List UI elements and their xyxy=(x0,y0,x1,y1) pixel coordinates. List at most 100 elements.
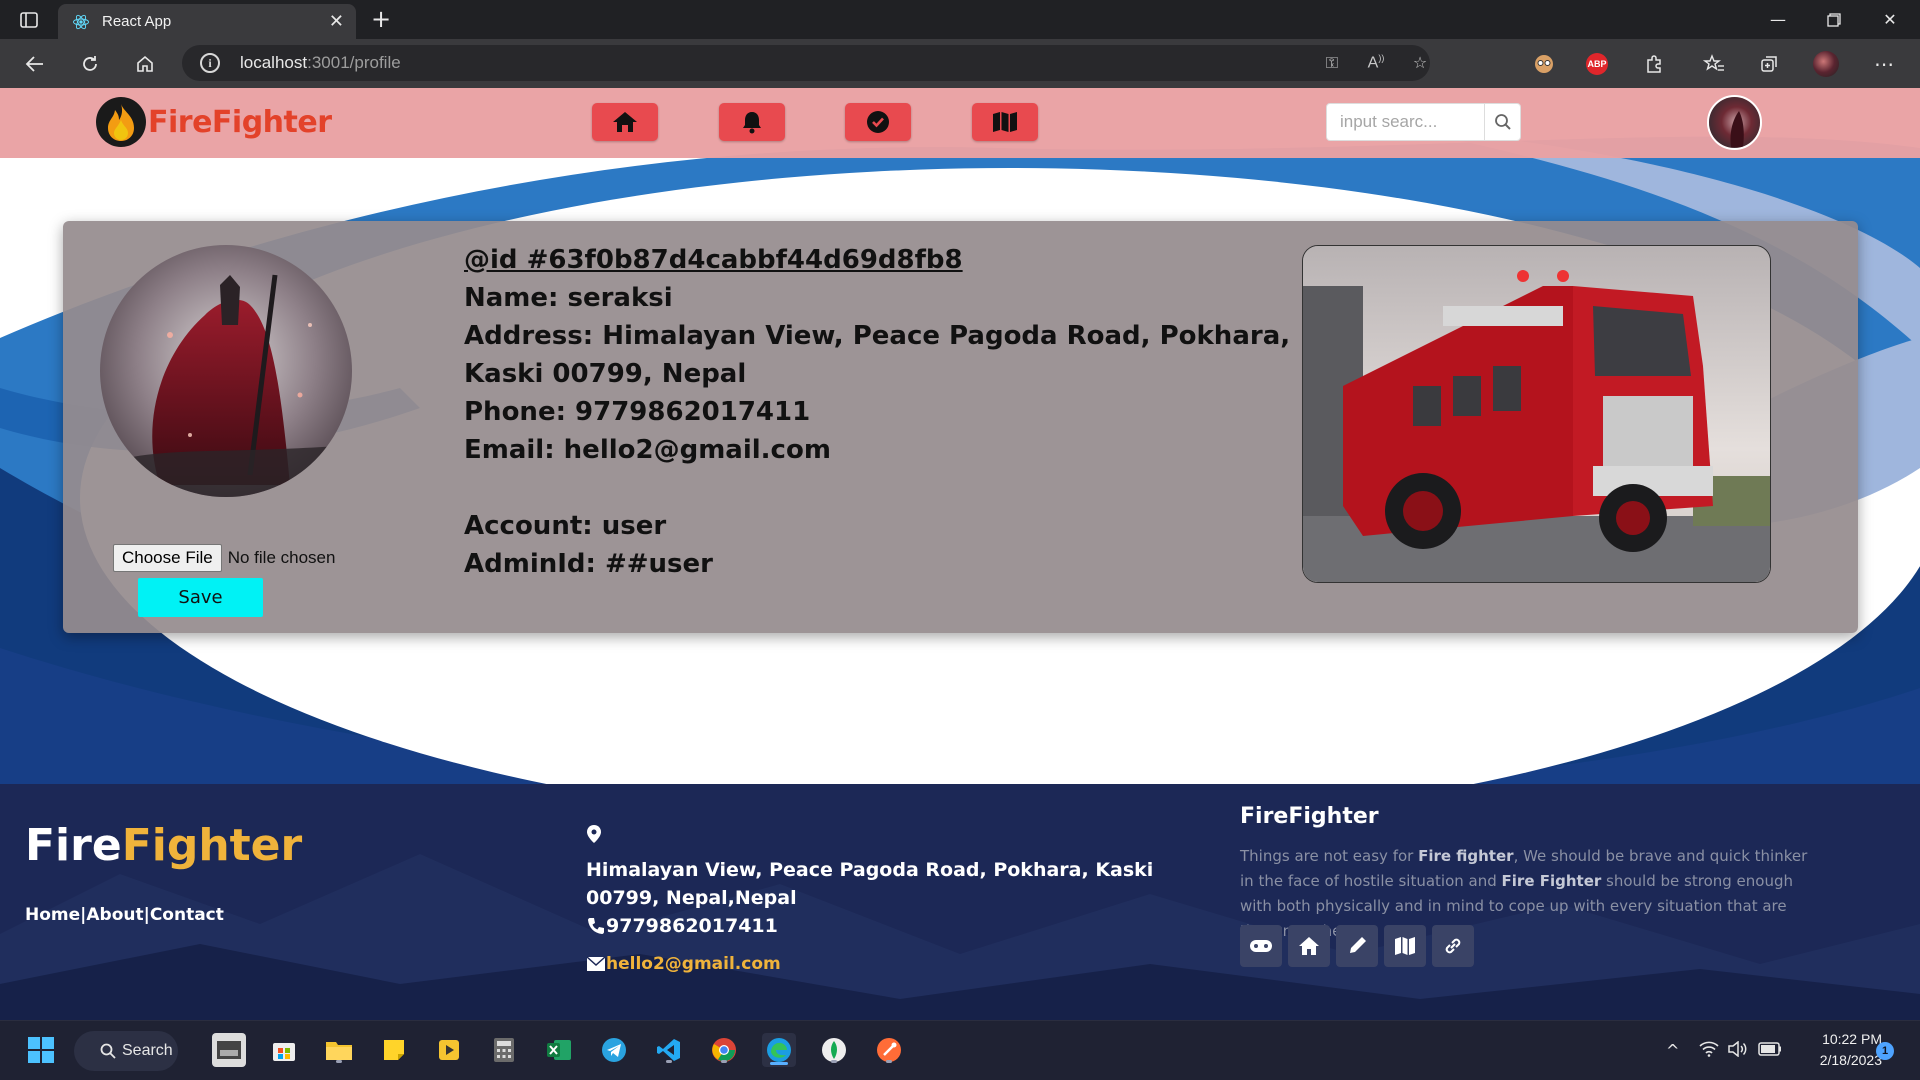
notification-badge[interactable]: 1 xyxy=(1876,1042,1894,1060)
footer-link-home[interactable]: Home xyxy=(25,905,80,925)
fire-truck-image xyxy=(1302,245,1771,583)
user-phone: Phone: 9779862017411 xyxy=(464,397,811,427)
footer-link-contact[interactable]: Contact xyxy=(150,905,224,925)
footer-link-about[interactable]: About xyxy=(86,905,143,925)
excel-icon[interactable] xyxy=(542,1033,576,1067)
user-name: Name: seraksi xyxy=(464,283,673,313)
bell-icon xyxy=(743,112,761,134)
footer-icon-row xyxy=(1240,925,1474,967)
file-status-text: No file chosen xyxy=(227,548,336,567)
new-tab-icon[interactable]: + xyxy=(366,5,396,33)
profile-picture xyxy=(100,245,352,497)
refresh-icon[interactable] xyxy=(75,49,105,79)
mongodb-compass-icon[interactable] xyxy=(817,1033,851,1067)
tab-actions-icon[interactable] xyxy=(2,0,56,39)
browser-tab[interactable]: React App ✕ xyxy=(58,4,356,39)
volume-icon[interactable] xyxy=(1728,1040,1748,1061)
footer-home-icon[interactable] xyxy=(1288,925,1330,967)
restore-icon[interactable] xyxy=(1806,0,1862,39)
battery-icon[interactable] xyxy=(1758,1041,1782,1060)
extensions-puzzle-icon[interactable] xyxy=(1641,51,1667,77)
windows-taskbar: Search ^ 10:22 PM 2/18/2023 1 xyxy=(0,1020,1920,1080)
app-logo[interactable]: FireFighter xyxy=(96,97,332,147)
check-circle-icon xyxy=(867,111,889,133)
browser-profile-avatar[interactable] xyxy=(1813,51,1839,77)
minimize-icon[interactable]: — xyxy=(1750,0,1806,39)
nav-map-button[interactable] xyxy=(972,103,1038,141)
postman-icon[interactable] xyxy=(872,1033,906,1067)
url-host: localhost xyxy=(240,53,308,72)
back-icon[interactable] xyxy=(20,49,50,79)
nav-home-button[interactable] xyxy=(592,103,658,141)
url-path: :3001/profile xyxy=(307,53,401,72)
home-browser-icon[interactable] xyxy=(130,49,160,79)
edge-icon[interactable] xyxy=(762,1033,796,1067)
read-aloud-icon[interactable]: A)) xyxy=(1364,53,1388,75)
footer-email-row: hello2@gmail.com xyxy=(586,954,781,974)
file-explorer-icon[interactable] xyxy=(322,1033,356,1067)
vscode-icon[interactable] xyxy=(652,1033,686,1067)
user-account-type: Account: user xyxy=(464,511,667,541)
close-window-icon[interactable]: ✕ xyxy=(1862,0,1918,39)
search-input[interactable] xyxy=(1327,104,1485,140)
site-info-icon[interactable]: i xyxy=(200,53,220,73)
clock-date: 2/18/2023 xyxy=(1819,1052,1882,1068)
footer-gamepad-icon[interactable] xyxy=(1240,925,1282,967)
chrome-icon[interactable] xyxy=(707,1033,741,1067)
envelope-icon xyxy=(586,956,606,971)
clock-time: 10:22 PM xyxy=(1822,1031,1882,1047)
media-player-icon[interactable] xyxy=(432,1033,466,1067)
flame-logo-icon xyxy=(96,97,146,147)
add-favorite-icon[interactable]: ☆ xyxy=(1408,53,1432,75)
calculator-icon[interactable] xyxy=(487,1033,521,1067)
search-button[interactable] xyxy=(1484,104,1520,140)
user-email: Email: hello2@gmail.com xyxy=(464,435,831,465)
footer-brand-fighter: Fighter xyxy=(121,820,303,871)
footer-email[interactable]: hello2@gmail.com xyxy=(606,954,781,974)
location-pin-icon xyxy=(587,825,601,843)
save-button[interactable]: Save xyxy=(138,578,263,617)
logo-text: FireFighter xyxy=(148,104,332,140)
url-field[interactable]: i localhost:3001/profile ⚿ A)) ☆ xyxy=(182,45,1430,81)
sticky-notes-icon[interactable] xyxy=(377,1033,411,1067)
choose-file-button[interactable]: Choose File xyxy=(113,544,222,572)
password-key-icon[interactable]: ⚿ xyxy=(1320,53,1344,75)
footer: FireFighter Home|About|Contact Himalayan… xyxy=(0,784,1920,1020)
show-hidden-icons[interactable]: ^ xyxy=(1666,1041,1679,1060)
search-icon xyxy=(100,1043,116,1059)
nav-check-button[interactable] xyxy=(845,103,911,141)
tab-close-icon[interactable]: ✕ xyxy=(329,11,344,32)
browser-tab-bar: React App ✕ + — ✕ xyxy=(0,0,1920,39)
wifi-icon[interactable] xyxy=(1699,1041,1719,1061)
system-clock[interactable]: 10:22 PM 2/18/2023 xyxy=(1792,1029,1882,1071)
file-upload-row: Choose File No file chosen xyxy=(113,544,335,572)
extension-face-icon[interactable] xyxy=(1531,51,1557,77)
footer-brand: FireFighter xyxy=(25,820,302,871)
desc-bold: Fire fighter xyxy=(1418,847,1514,865)
phone-icon xyxy=(588,918,604,934)
footer-about-title: FireFighter xyxy=(1240,804,1379,829)
more-options-icon[interactable]: ⋯ xyxy=(1871,51,1897,77)
footer-brand-fire: Fire xyxy=(25,820,122,871)
collections-icon[interactable] xyxy=(1756,51,1782,77)
footer-pen-icon[interactable] xyxy=(1336,925,1378,967)
footer-address: Himalayan View, Peace Pagoda Road, Pokha… xyxy=(586,859,1154,909)
footer-map-icon[interactable] xyxy=(1384,925,1426,967)
user-address: Address: Himalayan View, Peace Pagoda Ro… xyxy=(464,321,1291,389)
footer-link-icon[interactable] xyxy=(1432,925,1474,967)
user-id[interactable]: @id #63f0b87d4cabbf44d69d8fb8 xyxy=(464,241,1294,279)
user-avatar[interactable] xyxy=(1707,95,1762,150)
footer-phone: 9779862017411 xyxy=(606,915,778,937)
profile-info: @id #63f0b87d4cabbf44d69d8fb8 Name: sera… xyxy=(464,241,1294,583)
react-favicon-icon xyxy=(73,14,89,29)
favorites-icon[interactable] xyxy=(1701,51,1727,77)
taskbar-search[interactable]: Search xyxy=(74,1031,178,1071)
microsoft-store-icon[interactable] xyxy=(267,1033,301,1067)
footer-phone-row: 9779862017411 xyxy=(586,915,778,937)
taskbar-widget-icon[interactable] xyxy=(212,1033,246,1067)
windows-start-icon[interactable] xyxy=(24,1033,58,1067)
nav-notifications-button[interactable] xyxy=(719,103,785,141)
adblock-plus-icon[interactable]: ABP xyxy=(1586,53,1608,75)
telegram-icon[interactable] xyxy=(597,1033,631,1067)
search-box xyxy=(1326,103,1521,141)
